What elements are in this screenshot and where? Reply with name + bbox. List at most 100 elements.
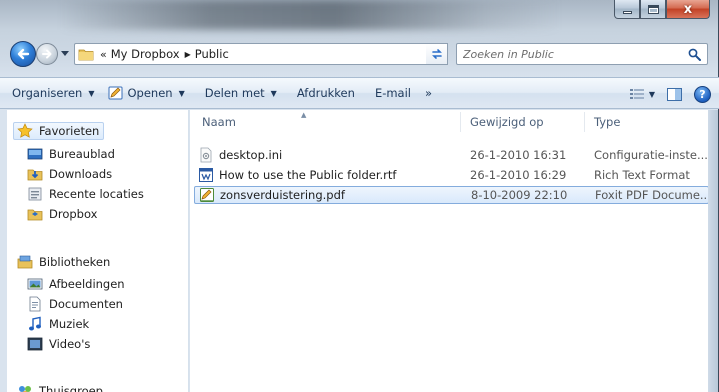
breadcrumb-my-dropbox[interactable]: My Dropbox [111, 47, 180, 61]
libraries-icon [17, 255, 33, 269]
file-type: Foxit PDF Docume... [595, 188, 708, 202]
nav-item-dropbox-label: Dropbox [49, 207, 98, 221]
column-divider[interactable] [460, 112, 461, 132]
command-bar-right: ▼ ? [624, 83, 711, 105]
maximize-button[interactable] [640, 0, 666, 19]
file-name: zonsverduistering.pdf [220, 188, 345, 202]
nav-favorites-label: Favorieten [39, 124, 100, 138]
homegroup-icon [19, 386, 31, 392]
address-overflow[interactable]: « [100, 48, 107, 61]
videos-icon [27, 337, 43, 351]
sort-ascending-icon: ▲ [301, 111, 307, 119]
nav-item-recent-places[interactable]: Recente locaties [27, 185, 144, 203]
open-button[interactable]: Openen ▼ [101, 82, 191, 104]
refresh-icon [431, 49, 442, 59]
nav-item-dropbox[interactable]: Dropbox [27, 205, 97, 223]
open-with-icon [108, 86, 123, 100]
back-button[interactable] [10, 41, 36, 67]
file-row[interactable]: desktop.ini 26-1-2010 16:31 Configuratie… [194, 146, 709, 164]
pictures-icon [27, 278, 43, 290]
file-name-cell: desktop.ini [198, 147, 282, 163]
desktop-icon [27, 148, 43, 160]
column-header-modified-label: Gewijzigd op [470, 115, 544, 129]
view-list-icon [629, 89, 644, 99]
close-icon: x [683, 1, 693, 17]
nav-item-desktop[interactable]: Bureaublad [27, 145, 115, 163]
minimize-icon [622, 10, 632, 14]
column-header-type[interactable]: Type [594, 110, 620, 134]
open-label: Openen [127, 86, 173, 100]
nav-item-videos-label: Video's [49, 337, 91, 351]
column-header-modified[interactable]: Gewijzigd op [470, 110, 544, 134]
column-divider[interactable] [584, 112, 585, 132]
file-row[interactable]: How to use the Public folder.rtf 26-1-20… [194, 166, 709, 184]
file-type: Configuratie-inste... [594, 148, 707, 162]
email-label: E-mail [374, 86, 411, 100]
column-header-name[interactable]: Naam [202, 110, 236, 134]
nav-item-documents-label: Documenten [49, 297, 123, 311]
nav-homegroup[interactable]: Thuisgroep [17, 382, 103, 392]
explorer-window: x « My Dropbox ▶ Public ▼ [0, 0, 719, 392]
file-name-cell: How to use the Public folder.rtf [198, 167, 396, 183]
nav-item-documents[interactable]: Documenten [27, 295, 123, 313]
command-bar: Organiseren ▼ Openen ▼ Delen met ▼ Afdru… [0, 77, 719, 109]
recent-pages-button[interactable] [60, 49, 70, 59]
music-icon [29, 316, 41, 331]
file-list: Naam ▲ Gewijzigd op Type desktop.ini 26-… [190, 110, 709, 392]
file-name-cell: zonsverduistering.pdf [199, 187, 345, 203]
documents-icon [29, 296, 41, 312]
nav-item-desktop-label: Bureaublad [49, 147, 115, 161]
file-type: Rich Text Format [594, 168, 690, 182]
chevron-down-icon: ▼ [178, 88, 185, 98]
search-box[interactable] [456, 43, 708, 65]
column-header-type-label: Type [594, 115, 621, 129]
more-commands-button[interactable]: » [418, 82, 439, 104]
forward-button[interactable] [36, 43, 58, 65]
file-name: How to use the Public folder.rtf [219, 168, 397, 182]
chevron-down-icon: ▼ [270, 88, 277, 98]
nav-item-pictures-label: Afbeeldingen [49, 277, 125, 291]
change-view-button[interactable]: ▼ [624, 83, 661, 105]
share-with-button[interactable]: Delen met ▼ [198, 82, 284, 104]
file-modified: 8-10-2009 22:10 [471, 188, 568, 202]
maximize-icon [647, 4, 659, 14]
caption-buttons: x [614, 0, 710, 20]
dropbox-folder-icon [27, 209, 43, 221]
ini-file-icon [200, 147, 212, 163]
preview-pane-button[interactable] [661, 83, 688, 105]
search-input[interactable] [463, 45, 683, 63]
close-button[interactable]: x [666, 0, 710, 19]
rtf-file-icon [199, 168, 213, 182]
search-icon[interactable] [688, 48, 701, 61]
nav-favorites[interactable]: Favorieten [13, 122, 105, 140]
nav-item-videos[interactable]: Video's [27, 335, 90, 353]
share-with-label: Delen met [204, 86, 265, 100]
help-button[interactable]: ? [694, 85, 711, 103]
file-row-selected[interactable]: zonsverduistering.pdf 8-10-2009 22:10 Fo… [194, 186, 709, 204]
navigation-row: « My Dropbox ▶ Public ▼ [0, 38, 719, 70]
refresh-button[interactable] [426, 43, 448, 65]
folder-icon [78, 49, 94, 61]
nav-item-music[interactable]: Muziek [27, 315, 89, 333]
forward-arrow-icon [42, 49, 52, 59]
file-name: desktop.ini [219, 148, 283, 162]
title-bar-blur [60, 0, 560, 30]
address-bar[interactable]: « My Dropbox ▶ Public ▼ [74, 43, 448, 65]
preview-pane-icon [667, 87, 682, 101]
file-modified: 26-1-2010 16:29 [470, 168, 567, 182]
nav-libraries[interactable]: Bibliotheken [17, 253, 110, 271]
breadcrumb-separator-icon[interactable]: ▶ [185, 50, 191, 59]
nav-item-music-label: Muziek [49, 317, 90, 331]
nav-item-downloads[interactable]: Downloads [27, 165, 112, 183]
breadcrumb-public[interactable]: Public [195, 47, 229, 61]
nav-item-pictures[interactable]: Afbeeldingen [27, 275, 125, 293]
help-icon: ? [699, 87, 706, 101]
file-modified: 26-1-2010 16:31 [470, 148, 567, 162]
email-button[interactable]: E-mail [368, 82, 418, 104]
minimize-button[interactable] [614, 0, 640, 19]
nav-item-downloads-label: Downloads [49, 167, 113, 181]
chevron-down-icon: ▼ [648, 89, 655, 99]
organize-button[interactable]: Organiseren ▼ [5, 82, 101, 104]
back-arrow-icon [17, 48, 30, 60]
print-button[interactable]: Afdrukken [290, 82, 362, 104]
